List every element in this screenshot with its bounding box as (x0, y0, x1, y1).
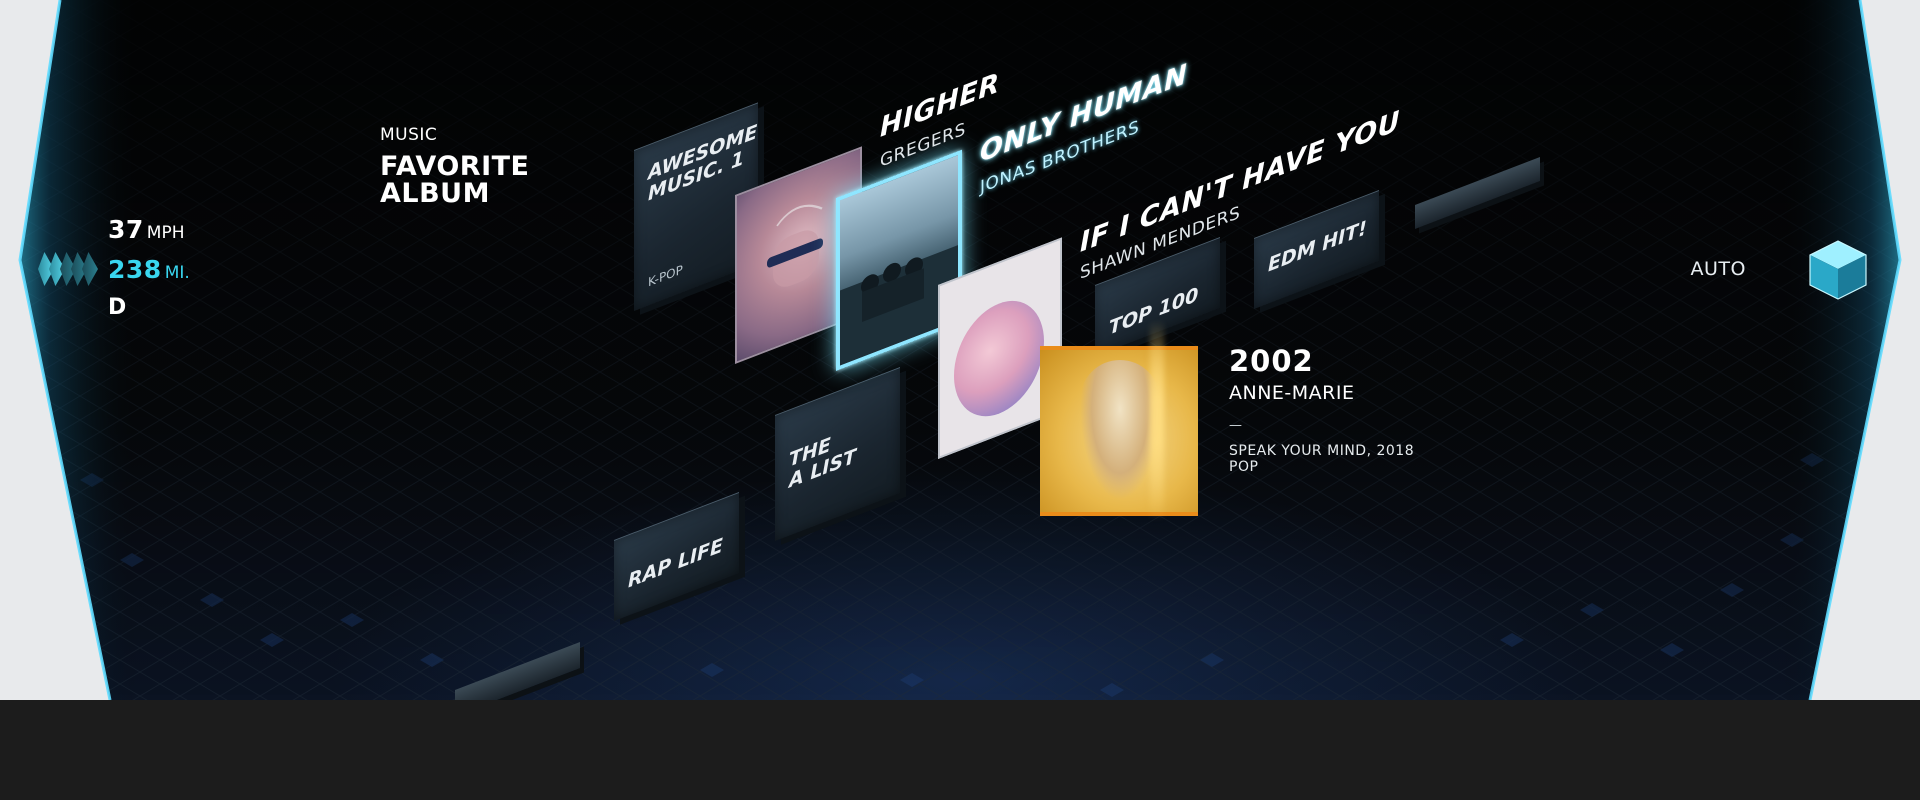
cover-art-image (1080, 360, 1160, 500)
playlist-genre-tag: K-POP (648, 262, 683, 290)
playlist-label: EDM HIT! (1268, 216, 1367, 277)
right-edge-glow (1780, 0, 1920, 700)
left-edge-glow (0, 0, 140, 700)
page-title: FAVORITE ALBUM (380, 151, 530, 209)
album-cover-2002-selected[interactable] (1040, 346, 1198, 516)
speed-value: 37 (108, 215, 144, 244)
detail-divider: — (1229, 418, 1242, 433)
selected-track-artist: ANNE-MARIE (1229, 382, 1355, 404)
playlist-label: RAP LIFE (628, 534, 724, 593)
speed-indicator-icon (38, 252, 98, 286)
selected-track-details: 2002 ANNE-MARIE — SPEAK YOUR MIND, 2018 … (1229, 344, 1414, 475)
section-header: MUSIC FAVORITE ALBUM (380, 125, 529, 207)
selected-track-title: 2002 (1229, 344, 1314, 378)
selected-track-genre: POP (1229, 459, 1259, 475)
cover-art-image (954, 286, 1044, 431)
selected-track-album: SPEAK YOUR MIND, 2018 (1229, 443, 1415, 459)
speed-unit: MPH (146, 223, 185, 243)
selection-glow (1150, 320, 1164, 520)
playlist-label: THE A LIST (789, 433, 857, 493)
vehicle-status: 37 MPH 238 MI. D (108, 215, 190, 335)
gear-readout: D (108, 295, 190, 335)
speed-readout: 37 MPH (108, 215, 190, 255)
drive-mode-label[interactable]: AUTO (1691, 258, 1746, 280)
section-label: MUSIC (380, 125, 438, 145)
range-unit: MI. (164, 263, 190, 283)
range-readout: 238 MI. (108, 255, 190, 295)
gear-indicator: D (108, 295, 127, 320)
bottom-bar (0, 700, 1920, 800)
infotainment-display: 37 MPH 238 MI. D MUSIC FAVORITE ALBUM AU… (0, 0, 1920, 700)
cube-icon[interactable] (1806, 237, 1870, 301)
range-value: 238 (108, 255, 162, 284)
